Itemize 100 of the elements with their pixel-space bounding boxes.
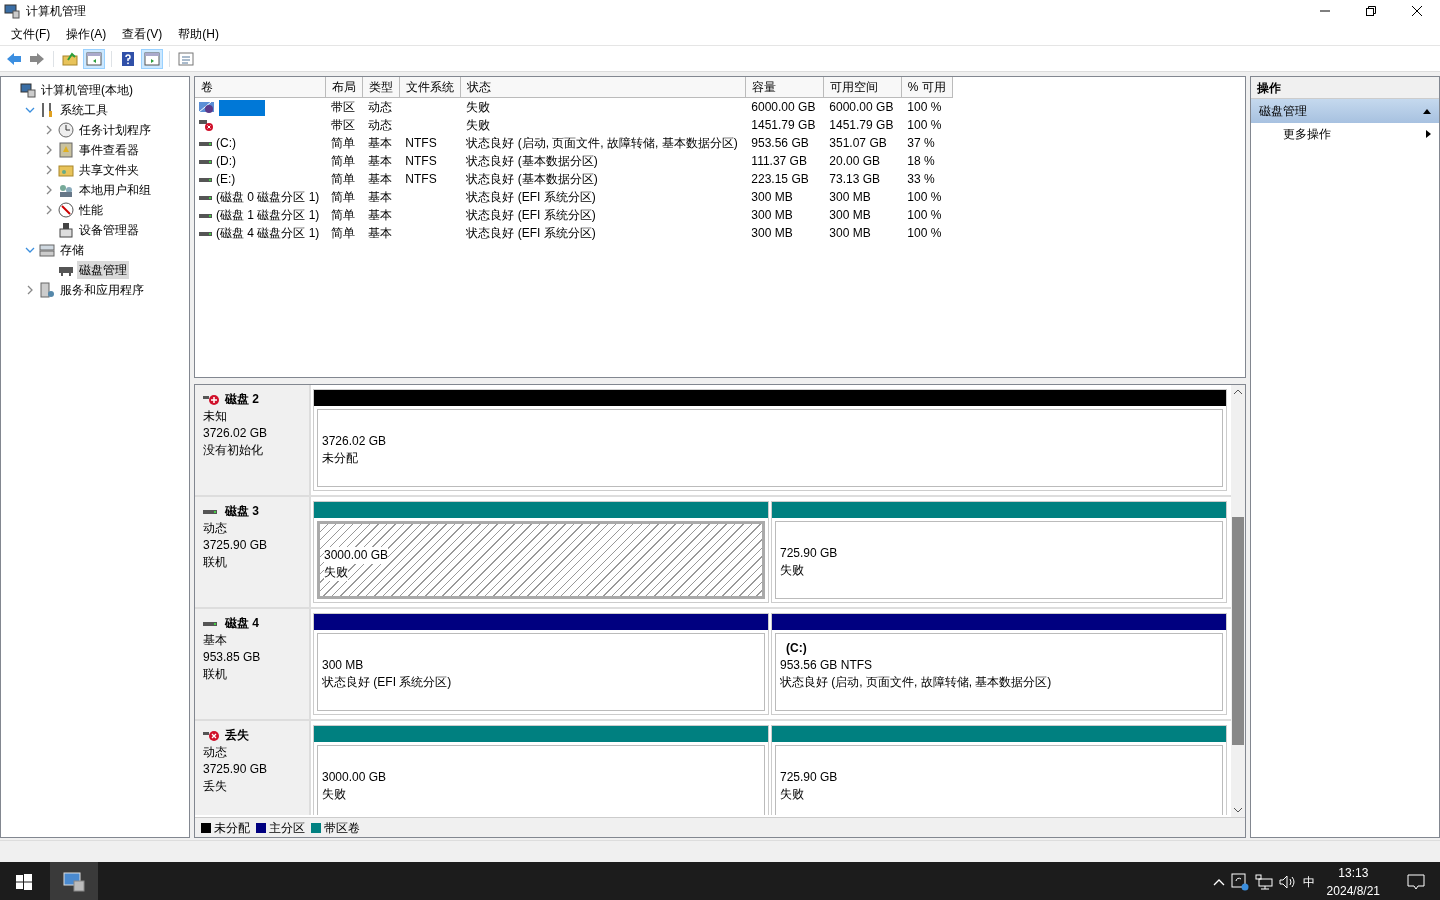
forward-icon[interactable]: [29, 50, 45, 67]
table-cell-text: 简单: [330, 153, 357, 170]
notification-icon: [1407, 873, 1425, 891]
clock[interactable]: 13:13 2024/8/21: [1320, 864, 1386, 900]
table-cell: 动态: [362, 97, 400, 116]
tree-item[interactable]: 共享文件夹: [77, 161, 141, 179]
tree-item[interactable]: 系统工具: [58, 101, 110, 119]
column-header[interactable]: 可用空间: [823, 77, 902, 98]
table-cell-text: 基本: [367, 207, 394, 224]
table-cell-text: 300 MB: [828, 225, 872, 242]
actions-section[interactable]: 磁盘管理: [1251, 99, 1439, 123]
table-cell-text: 20.00 GB: [828, 153, 882, 170]
disk-type: 未知: [203, 408, 228, 426]
table-cell: 6000.00 GB: [823, 97, 902, 116]
menu-item[interactable]: 操作(A): [58, 22, 115, 45]
help-icon[interactable]: [120, 50, 136, 67]
tree-item[interactable]: 事件查看器: [77, 141, 141, 159]
scroll-up-icon[interactable]: [1234, 389, 1242, 396]
tree-item[interactable]: 性能: [77, 201, 105, 219]
table-cell-text: 简单: [330, 171, 357, 188]
network-icon[interactable]: [1254, 874, 1273, 890]
tray-app-icon[interactable]: [1230, 873, 1249, 891]
disk-state: 丢失: [203, 778, 228, 796]
partition-size: 3000.00 GB: [324, 547, 389, 565]
disk-size: 3726.02 GB: [203, 425, 269, 443]
window-title: 计算机管理: [26, 3, 87, 20]
table-cell-text: NTFS: [404, 153, 438, 170]
tree-item[interactable]: 存储: [58, 241, 86, 259]
tree-item[interactable]: 磁盘管理: [77, 261, 129, 279]
partition-label: (C:): [786, 640, 807, 658]
table-cell-text: 33 %: [906, 171, 936, 188]
menu-item[interactable]: 查看(V): [114, 22, 171, 45]
table-cell: 100 %: [901, 97, 953, 116]
computer-icon: [62, 869, 86, 893]
tree-item[interactable]: 任务计划程序: [77, 121, 153, 139]
column-header[interactable]: % 可用: [901, 77, 953, 98]
action-item[interactable]: 更多操作: [1251, 123, 1439, 145]
table-cell-text: 状态良好 (基本数据分区): [465, 153, 599, 170]
tree-item[interactable]: 本地用户和组: [77, 181, 153, 199]
scroll-down-icon[interactable]: [1234, 807, 1242, 813]
table-cell-text: 300 MB: [828, 189, 872, 206]
table-cell-text: 状态良好 (EFI 系统分区): [465, 189, 597, 206]
table-cell-text: 1451.79 GB: [750, 117, 817, 134]
tree-item[interactable]: 服务和应用程序: [58, 281, 146, 299]
column-header[interactable]: 文件系统: [399, 77, 461, 98]
list-icon[interactable]: [178, 50, 194, 67]
tree-item[interactable]: 计算机管理(本地): [39, 81, 135, 99]
table-cell-text: 失败: [465, 117, 492, 134]
table-cell-text: 基本: [367, 189, 394, 206]
table-cell-text: 100 %: [906, 189, 943, 206]
scrollbar[interactable]: [1231, 385, 1245, 817]
column-header[interactable]: 卷: [195, 77, 326, 98]
table-cell-text: 37 %: [906, 135, 936, 152]
column-header[interactable]: 类型: [362, 77, 400, 98]
menu-item[interactable]: 帮助(H): [170, 22, 227, 45]
disk-state: 没有初始化: [203, 442, 264, 460]
volume-name: (D:): [216, 154, 236, 168]
partition-block[interactable]: 3726.02 GB 未分配: [313, 389, 1227, 492]
actions-header: 操作: [1251, 77, 1439, 99]
disk-state: 联机: [203, 666, 228, 684]
partition-block[interactable]: 300 MB 状态良好 (EFI 系统分区): [313, 613, 769, 716]
ime-indicator[interactable]: 中: [1302, 873, 1315, 891]
panel-icon[interactable]: [144, 50, 160, 67]
disk-type: 动态: [203, 744, 228, 762]
column-header[interactable]: 布局: [325, 77, 363, 98]
partition-status: 状态良好 (启动, 页面文件, 故障转储, 基本数据分区): [780, 674, 1052, 692]
partition-status: 失败: [780, 786, 804, 804]
partition-block[interactable]: 3000.00 GB 失败: [313, 501, 769, 604]
partition-block[interactable]: 3000.00 GB 失败: [313, 725, 769, 816]
table-cell-text: 动态: [367, 117, 394, 134]
table-cell-text: 100 %: [906, 225, 943, 242]
volume-name: (磁盘 4 磁盘分区 1): [216, 226, 320, 240]
tree-item[interactable]: 设备管理器: [77, 221, 141, 239]
chevron-up-icon[interactable]: [1212, 878, 1225, 886]
partition-block[interactable]: 725.90 GB 失败: [771, 725, 1227, 816]
column-header[interactable]: 状态: [460, 77, 746, 98]
speaker-icon[interactable]: [1278, 874, 1297, 890]
partition-status: 失败: [324, 564, 348, 582]
volume-name: (磁盘 1 磁盘分区 1): [216, 208, 320, 222]
table-cell-text: 351.07 GB: [828, 135, 888, 152]
selection-highlight[interactable]: [219, 99, 265, 116]
table-cell-text: 基本: [367, 153, 394, 170]
back-icon[interactable]: [6, 50, 22, 67]
disk-size: 953.85 GB: [203, 649, 262, 667]
legend-label: 未分配: [214, 819, 250, 837]
column-header[interactable]: 容量: [745, 77, 824, 98]
volume-name: (C:): [216, 136, 236, 150]
taskbar-app-button[interactable]: [50, 862, 98, 900]
partition-block[interactable]: (C:) 953.56 GB NTFS 状态良好 (启动, 页面文件, 故障转储, 基本数据分区): [771, 613, 1227, 716]
table-cell-text: 基本: [367, 225, 394, 242]
legend-label: 主分区: [269, 819, 305, 837]
table-cell-text: 简单: [330, 189, 357, 206]
table-cell-text: NTFS: [404, 135, 438, 152]
partition-status: 未分配: [322, 450, 358, 468]
disk-type: 基本: [203, 632, 228, 650]
folder-up-icon[interactable]: [62, 50, 78, 67]
menu-item[interactable]: 文件(F): [3, 22, 59, 45]
table-cell-text: 状态良好 (基本数据分区): [465, 171, 599, 188]
partition-block[interactable]: 725.90 GB 失败: [771, 501, 1227, 604]
panel-icon[interactable]: [86, 50, 102, 67]
